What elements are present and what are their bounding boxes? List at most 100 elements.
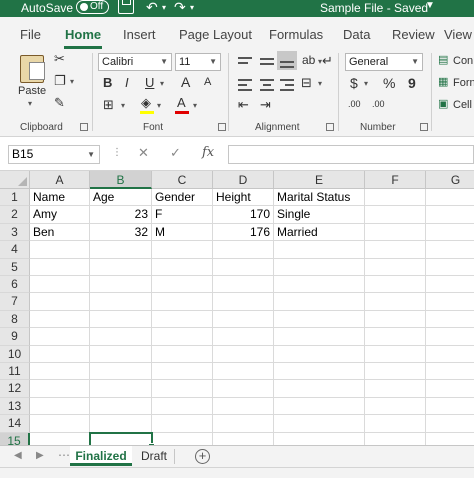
cell-E3[interactable]: Married — [274, 223, 365, 242]
currency-dropdown-icon[interactable]: ▾ — [364, 79, 368, 88]
cell-E2[interactable]: Single — [274, 206, 365, 224]
empty-cell[interactable] — [213, 345, 274, 363]
cell-styles-button[interactable]: Cell — [453, 99, 472, 111]
font-name-select[interactable]: Calibri ▼ — [98, 53, 172, 71]
cell-B1[interactable]: Age — [90, 189, 152, 207]
wrap-text-icon[interactable]: ↵ — [322, 53, 333, 69]
empty-cell[interactable] — [426, 259, 474, 276]
empty-cell[interactable] — [90, 380, 152, 398]
empty-cell[interactable] — [90, 345, 152, 363]
column-header[interactable]: B — [90, 171, 152, 189]
prev-sheet-icon[interactable]: ◀ — [14, 450, 22, 461]
empty-cell[interactable] — [274, 345, 365, 363]
empty-cell[interactable] — [274, 328, 365, 346]
cell-E1[interactable]: Marital Status — [274, 189, 365, 207]
empty-cell[interactable] — [30, 415, 90, 433]
empty-cell[interactable] — [213, 293, 274, 311]
tab-home[interactable]: Home — [65, 27, 101, 42]
empty-cell[interactable] — [365, 345, 426, 363]
autosave-toggle[interactable]: Off — [76, 0, 109, 14]
title-dropdown-icon[interactable]: ▼ — [425, 0, 435, 11]
empty-cell[interactable] — [90, 310, 152, 329]
empty-cell[interactable] — [426, 224, 474, 242]
empty-cell[interactable] — [152, 363, 213, 381]
column-header[interactable]: F — [365, 171, 426, 189]
empty-cell[interactable] — [90, 258, 152, 276]
row-header[interactable]: 10 — [0, 345, 30, 363]
row-header[interactable]: 5 — [0, 258, 30, 276]
empty-cell[interactable] — [365, 293, 426, 311]
format-painter-icon[interactable]: ✎ — [54, 95, 65, 111]
cell-B3[interactable]: 32 — [90, 223, 152, 242]
empty-cell[interactable] — [152, 380, 213, 398]
empty-cell[interactable] — [365, 241, 426, 259]
empty-cell[interactable] — [30, 345, 90, 363]
empty-cell[interactable] — [213, 328, 274, 346]
empty-cell[interactable] — [213, 276, 274, 294]
format-as-table-icon[interactable]: ▦ — [438, 75, 448, 88]
empty-cell[interactable] — [274, 293, 365, 311]
alignment-launcher-icon[interactable] — [326, 123, 334, 131]
number-format-select[interactable]: General ▼ — [345, 53, 423, 71]
empty-cell[interactable] — [426, 415, 474, 433]
empty-cell[interactable] — [90, 328, 152, 346]
copy-dropdown-icon[interactable]: ▾ — [70, 77, 74, 86]
row-header[interactable]: 8 — [0, 310, 30, 329]
font-color-dropdown-icon[interactable]: ▾ — [193, 101, 197, 110]
undo-icon[interactable]: ↶ — [146, 0, 158, 16]
empty-cell[interactable] — [30, 328, 90, 346]
name-box[interactable]: B15 ▼ — [8, 145, 100, 164]
column-header[interactable]: A — [30, 171, 90, 189]
empty-cell[interactable] — [152, 293, 213, 311]
empty-cell[interactable] — [365, 206, 426, 224]
cell-B2[interactable]: 23 — [90, 206, 152, 224]
empty-cell[interactable] — [365, 310, 426, 329]
percent-button[interactable]: % — [383, 75, 395, 91]
empty-cell[interactable] — [30, 363, 90, 381]
tab-formulas[interactable]: Formulas — [269, 27, 323, 42]
empty-cell[interactable] — [274, 380, 365, 398]
empty-cell[interactable] — [152, 328, 213, 346]
paste-dropdown-icon[interactable]: ▾ — [28, 99, 32, 108]
cancel-icon[interactable]: ✕ — [138, 145, 149, 161]
empty-cell[interactable] — [30, 258, 90, 276]
cell-C3[interactable]: M — [152, 223, 213, 242]
clipboard-launcher-icon[interactable] — [80, 123, 88, 131]
paste-icon[interactable] — [20, 55, 45, 83]
select-all-button[interactable] — [0, 171, 30, 189]
fill-color-dropdown-icon[interactable]: ▾ — [157, 101, 161, 110]
tab-review[interactable]: Review — [392, 27, 435, 42]
row-header[interactable]: 12 — [0, 380, 30, 398]
row-header[interactable]: 14 — [0, 415, 30, 433]
row-header[interactable]: 4 — [0, 241, 30, 259]
column-header[interactable]: G — [426, 171, 474, 189]
decrease-indent-icon[interactable]: ⇤ — [238, 97, 249, 113]
empty-cell[interactable] — [274, 310, 365, 329]
insert-function-icon[interactable]: fx — [202, 145, 214, 160]
empty-cell[interactable] — [90, 241, 152, 259]
empty-cell[interactable] — [365, 397, 426, 416]
orientation-icon[interactable]: ab — [302, 53, 315, 67]
empty-cell[interactable] — [426, 398, 474, 416]
row-header[interactable]: 9 — [0, 328, 30, 346]
cell-C2[interactable]: F — [152, 206, 213, 224]
borders-dropdown-icon[interactable]: ▾ — [121, 101, 125, 110]
increase-indent-icon[interactable]: ⇥ — [260, 97, 271, 113]
empty-cell[interactable] — [365, 415, 426, 433]
empty-cell[interactable] — [426, 346, 474, 363]
currency-button[interactable]: $ — [350, 75, 358, 91]
cell-D2[interactable]: 170 — [213, 206, 274, 224]
customize-qat-icon[interactable]: ▾ — [190, 3, 194, 12]
cell-A3[interactable]: Ben — [30, 223, 90, 242]
row-header[interactable]: 3 — [0, 223, 30, 242]
empty-cell[interactable] — [90, 415, 152, 433]
row-header[interactable]: 7 — [0, 293, 30, 311]
merge-center-icon[interactable]: ⊟ — [301, 75, 312, 91]
add-sheet-icon[interactable]: + — [195, 449, 210, 464]
grow-font-button[interactable]: A — [181, 74, 190, 90]
empty-cell[interactable] — [426, 241, 474, 259]
empty-cell[interactable] — [426, 276, 474, 294]
tab-data[interactable]: Data — [343, 27, 370, 42]
format-as-table-button[interactable]: Forn — [453, 77, 474, 89]
empty-cell[interactable] — [274, 241, 365, 259]
